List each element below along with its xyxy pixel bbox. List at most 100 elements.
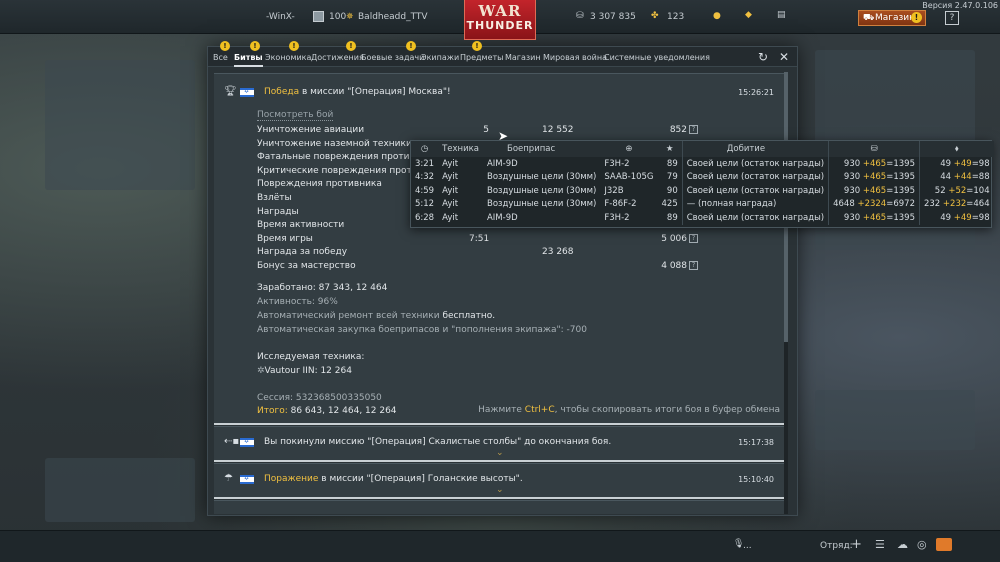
tab-battles[interactable]: Битвы	[234, 53, 263, 67]
kill-details-header: ◷ Техника Боеприпас ⊕ ★ Добитие ⛁ ⬧	[411, 141, 994, 157]
kill-finish: Своей цели (остаток награды)	[681, 184, 829, 198]
battle-title: Победа в миссии "[Операция] Москва"!	[264, 87, 451, 97]
shop-button[interactable]: ⛟ Магазин !	[858, 10, 926, 26]
refresh-icon[interactable]: ↻	[757, 51, 769, 63]
expand-chevron-icon[interactable]: ⌄	[496, 485, 504, 495]
israel-flag-icon	[240, 475, 254, 484]
info-question-icon[interactable]: ?	[689, 261, 698, 270]
tab-items[interactable]: Предметы	[460, 53, 503, 62]
battle-entry-left[interactable]: ⇠▪ Вы покинули миссию "[Операция] Скалис…	[214, 426, 784, 460]
header-vehicle: Техника	[438, 141, 483, 157]
rp-total: =98	[971, 158, 990, 169]
battle-entry-victory[interactable]: 🏆︎ Победа в миссии "[Операция] Москва"! …	[214, 73, 784, 423]
kill-score: 425	[661, 199, 678, 210]
kill-finish: — (полная награда)	[681, 197, 829, 211]
rp-base: 232	[923, 199, 941, 210]
kill-silver-reward: 930 +465=1395	[828, 170, 920, 184]
close-icon[interactable]: ✕	[778, 51, 790, 63]
tab-all[interactable]: Все	[213, 53, 228, 62]
war-thunder-logo[interactable]: WAR THUNDER	[464, 0, 536, 40]
squadmate-name[interactable]: Baldheadd_TTV	[358, 12, 428, 22]
kill-vehicle: Ayit	[442, 199, 459, 210]
research-vehicle: ✲Vautour IIN: 12 264	[257, 366, 352, 376]
header-finish: Добитие	[681, 141, 829, 157]
stat-label: Бонус за мастерство	[257, 261, 356, 271]
stat-label: Награды	[257, 206, 299, 217]
exit-arrow-icon: ⇠▪	[224, 436, 240, 447]
battle-result: Победа	[264, 87, 300, 97]
rp-bonus: 52	[955, 185, 967, 196]
info-question-icon[interactable]: ?	[689, 125, 698, 134]
contacts-icon[interactable]: ☁	[897, 538, 908, 551]
battle-result: Поражение	[264, 474, 319, 484]
premium-account-icon[interactable]: ◆	[745, 10, 752, 20]
battle-time: 15:26:21	[738, 88, 774, 97]
list-icon[interactable]: ☰	[875, 538, 885, 551]
silver-total: =1395	[886, 212, 915, 223]
tab-economy-badge: !	[289, 41, 299, 51]
repair-line: Автоматический ремонт всей техники беспл…	[257, 311, 495, 321]
time-clock-icon: ◷	[411, 141, 439, 157]
tab-battle-tasks[interactable]: Боевые задачи	[361, 53, 424, 62]
help-button[interactable]: ?	[945, 11, 959, 25]
view-battle-link[interactable]: Посмотреть бой	[257, 110, 334, 121]
background-panel-left	[45, 60, 195, 190]
bonus-plus-icon: +	[862, 185, 870, 196]
silver-total: =6972	[886, 199, 915, 210]
copy-hint-key: Ctrl+C	[524, 405, 555, 415]
rp-total: =88	[971, 172, 990, 183]
kill-score: 89	[666, 158, 678, 169]
add-squad-icon[interactable]: +	[851, 537, 862, 552]
bottom-bar: 🎙︎ ... Отряд: + ☰ ☁ ◎	[0, 530, 1000, 562]
tab-shop[interactable]: Магазин	[505, 53, 541, 62]
mouse-cursor-icon: ➤	[498, 129, 509, 143]
rank-star-icon: ✵	[346, 12, 354, 22]
lightbulb-icon[interactable]: ●	[713, 11, 721, 21]
player-name[interactable]: -WinX-	[266, 12, 295, 22]
golden-eagles-balance: 123	[667, 12, 685, 22]
tab-crews[interactable]: Экипажи	[421, 53, 459, 62]
victory-cup-icon: 🏆︎	[224, 86, 237, 97]
tab-all-badge: !	[220, 41, 230, 51]
entry-separator	[214, 460, 784, 462]
chat-icon[interactable]: ◎	[917, 538, 927, 551]
kill-vehicle: Ayit	[442, 158, 459, 169]
stat-count: 5	[483, 125, 489, 135]
mail-icon[interactable]	[936, 538, 952, 551]
kill-details-tooltip: ◷ Техника Боеприпас ⊕ ★ Добитие ⛁ ⬧ 3:21…	[410, 140, 994, 228]
tab-items-badge: !	[472, 41, 482, 51]
battle-entry-defeat[interactable]: ☂ Поражение в миссии "[Операция] Голанск…	[214, 463, 784, 497]
stat-label: Время активности	[257, 220, 345, 231]
silver-base: 930	[843, 172, 861, 183]
rp-base: 52	[934, 185, 946, 196]
tab-achievements[interactable]: Достижения	[311, 53, 364, 62]
info-question-icon[interactable]: ?	[689, 233, 698, 243]
tab-economy[interactable]: Экономика	[265, 53, 311, 62]
bonus-plus-icon: +	[953, 212, 961, 223]
kill-target: F-86F-2	[604, 199, 637, 210]
battle-time: 15:10:40	[738, 475, 774, 484]
battle-title: Поражение в миссии "[Операция] Голанские…	[264, 474, 523, 484]
battle-mission: в миссии "[Операция] Голанские высоты".	[318, 474, 523, 484]
bonus-plus-icon: +	[862, 172, 870, 183]
total-line: Итого: 86 643, 12 464, 12 264	[257, 406, 397, 416]
silver-bonus: 2324	[864, 199, 887, 210]
kill-finish: Своей цели (остаток награды)	[681, 170, 829, 184]
bonus-plus-icon: +	[942, 199, 951, 210]
tab-system-notifications[interactable]: Системные уведомления	[604, 53, 710, 62]
research-points-icon: ⬧	[918, 141, 994, 157]
dialog-scrollbar[interactable]	[784, 72, 788, 514]
kill-time: 6:28	[415, 212, 435, 223]
kill-time: 3:21	[415, 158, 435, 169]
expand-chevron-icon[interactable]: ⌄	[496, 448, 504, 458]
target-crosshair-icon: ⊕	[600, 141, 658, 157]
kill-silver-reward: 4648 +2324=6972	[828, 197, 920, 211]
battle-pass-icon[interactable]: ▤	[777, 10, 786, 20]
silver-base: 930	[843, 158, 861, 169]
stat-research-points: 4 088	[661, 261, 687, 271]
kill-target: SAAB-105G	[604, 172, 654, 183]
kill-target: J32B	[604, 185, 624, 196]
session-id: Сессия: 532368500335050	[257, 393, 382, 403]
tab-world-war[interactable]: Мировая война	[543, 53, 607, 62]
battle-entry-partial[interactable]	[214, 500, 784, 514]
